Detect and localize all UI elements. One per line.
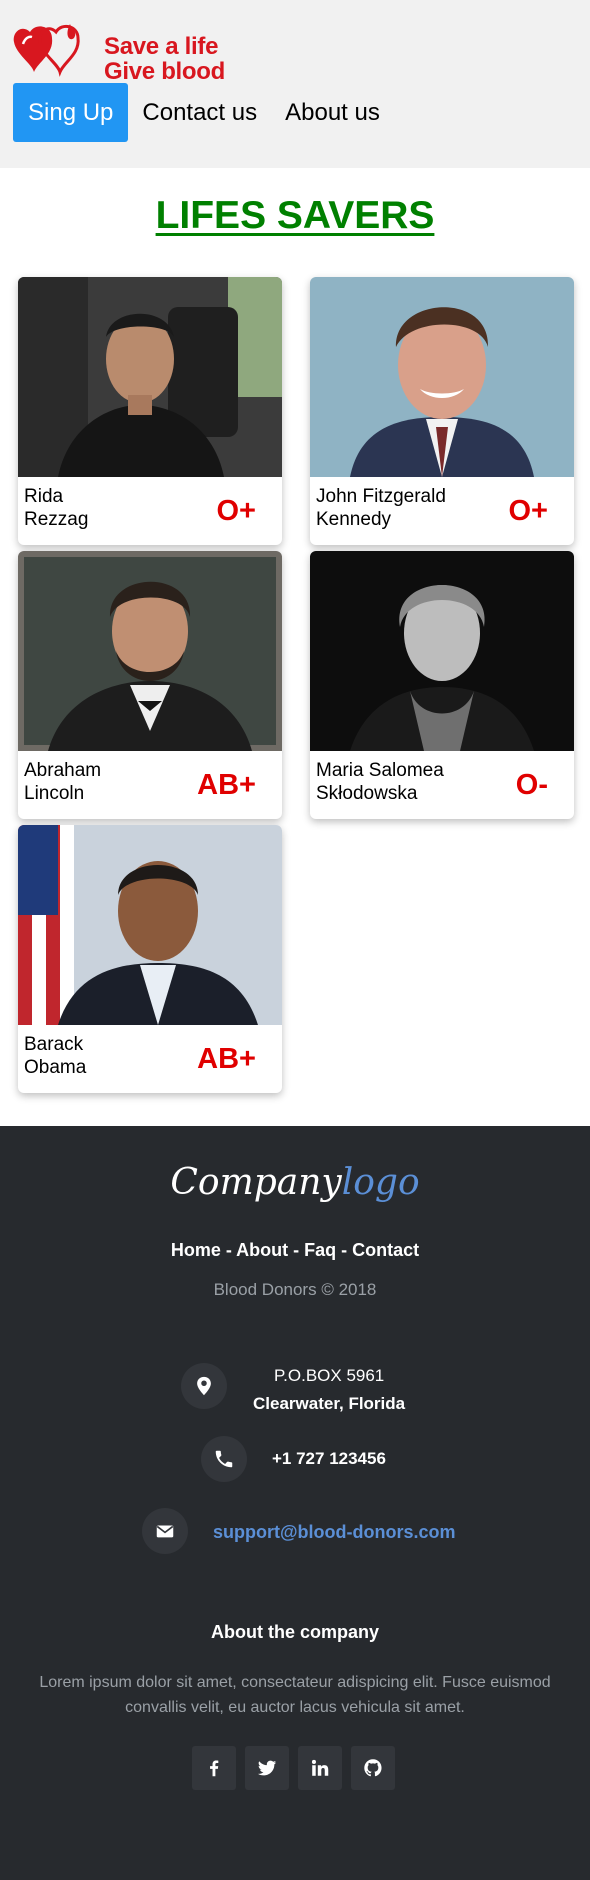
donor-first-name: Abraham (24, 760, 102, 781)
logo-text: Save a life Give blood (104, 34, 225, 84)
nav-contact[interactable]: Contact us (128, 83, 271, 142)
twitter-icon[interactable] (245, 1746, 289, 1790)
social-links (192, 1746, 395, 1790)
donor-name: John Fitzgerald Kennedy (316, 485, 466, 531)
location-icon (181, 1363, 227, 1409)
donor-photo (310, 551, 574, 751)
donor-photo (310, 277, 574, 477)
donor-card[interactable]: Abraham Lincoln AB+ (18, 551, 282, 819)
blood-type: AB+ (197, 769, 256, 801)
donor-first-name: Barack (24, 1034, 84, 1055)
page-title: LIFES SAVERS (155, 194, 435, 237)
nav-about[interactable]: About us (271, 83, 394, 142)
blood-type: O- (515, 769, 548, 801)
donor-photo (18, 551, 282, 751)
donor-first-name: John Fitzgerald (316, 486, 446, 507)
about-text: Lorem ipsum dolor sit amet, consectateur… (39, 1674, 551, 1716)
footer-logo-part2: logo (341, 1162, 420, 1203)
support-email-link[interactable]: support@blood-donors.com (213, 1522, 456, 1543)
blood-type: O+ (508, 495, 549, 527)
donor-card[interactable]: Maria Salomea Skłodowska O- (310, 551, 574, 819)
github-icon[interactable] (351, 1746, 395, 1790)
logo-line1: Save a life (104, 33, 219, 60)
phone-icon (201, 1436, 247, 1482)
site-logo[interactable]: Save a life Give blood (12, 22, 252, 84)
footer-logo-part1: Company (170, 1162, 342, 1203)
footer-copyright: Blood Donors © 2018 (213, 1280, 377, 1299)
blood-type: O+ (216, 495, 257, 527)
donor-name: Abraham Lincoln (24, 759, 174, 805)
footer-links[interactable]: Home - About - Faq - Contact (0, 1240, 590, 1261)
donor-card[interactable]: Barack Obama AB+ (18, 825, 282, 1093)
donor-photo (18, 825, 282, 1025)
about-title: About the company (210, 1622, 379, 1642)
donor-first-name: Rida (24, 486, 64, 507)
nav-signup[interactable]: Sing Up (13, 83, 129, 142)
donor-name: Barack Obama (24, 1033, 174, 1079)
linkedin-icon[interactable] (298, 1746, 342, 1790)
donor-last-name: Kennedy (316, 509, 392, 530)
donor-card[interactable]: John Fitzgerald Kennedy O+ (310, 277, 574, 545)
main-nav: Sing Up Contact us About us (13, 83, 394, 142)
site-header: Save a life Give blood Sing Up Contact u… (0, 0, 590, 168)
address-line1: P.O.BOX 5961 (274, 1366, 385, 1385)
donor-card[interactable]: Rida Rezzag O+ (18, 277, 282, 545)
donor-last-name: Obama (24, 1057, 87, 1078)
donor-last-name: Lincoln (24, 783, 85, 804)
hearts-logo-icon (13, 24, 80, 77)
donor-first-name: Maria Salomea (316, 760, 444, 781)
facebook-icon[interactable] (192, 1746, 236, 1790)
donor-photo (18, 277, 282, 477)
donor-last-name: Skłodowska (316, 783, 418, 804)
donor-name: Maria Salomea Skłodowska (316, 759, 466, 805)
address-line2: Clearwater, Florida (253, 1394, 406, 1413)
logo-line2: Give blood (104, 58, 226, 85)
donor-last-name: Rezzag (24, 509, 89, 530)
phone-number[interactable]: +1 727 123456 (272, 1449, 386, 1469)
blood-type: AB+ (197, 1043, 256, 1075)
footer-logo[interactable]: Companylogo (0, 1162, 590, 1203)
site-footer: Companylogo Home - About - Faq - Contact… (0, 1126, 590, 1880)
envelope-icon (142, 1508, 188, 1554)
donor-name: Rida Rezzag (24, 485, 174, 531)
